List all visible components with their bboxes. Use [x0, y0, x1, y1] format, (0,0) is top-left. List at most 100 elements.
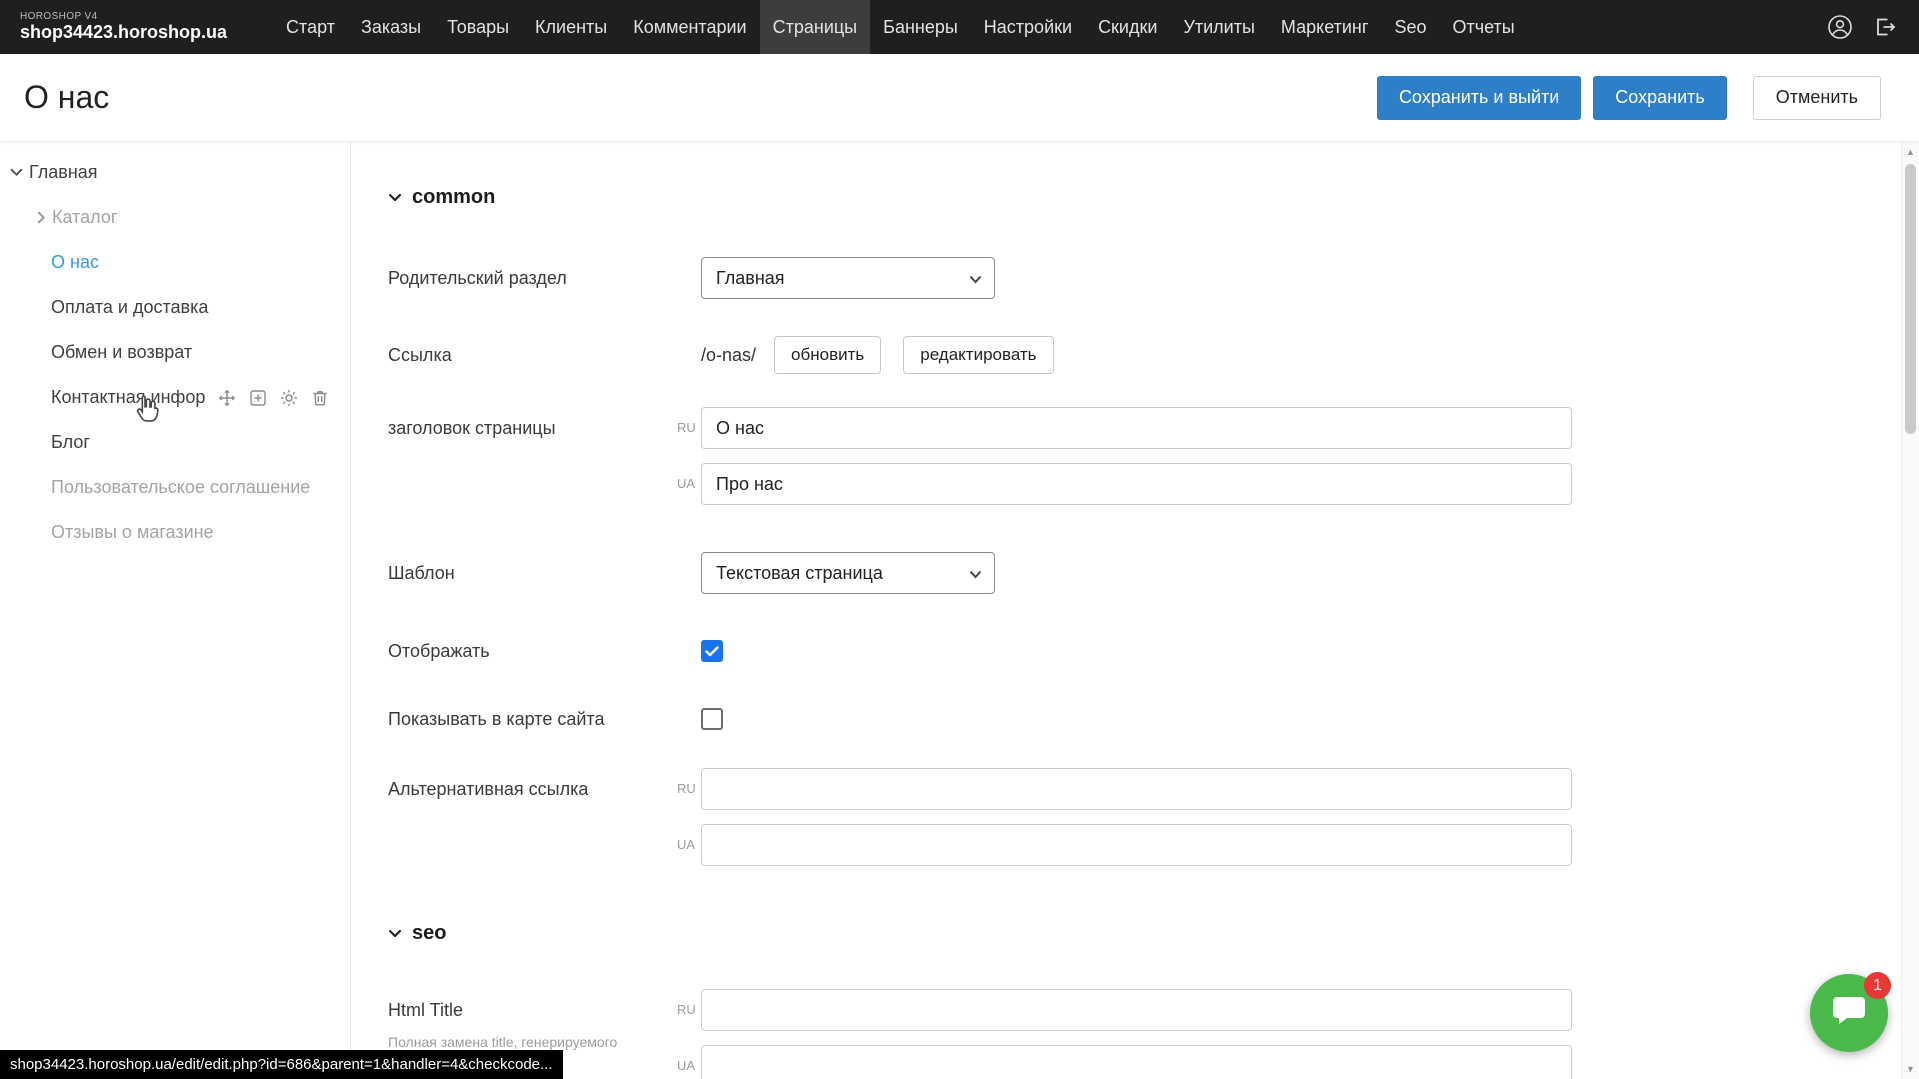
nav-orders[interactable]: Заказы	[348, 0, 434, 54]
lang-tag-ru: RU	[668, 407, 701, 449]
chevron-down-icon	[969, 563, 982, 584]
nav-discounts[interactable]: Скидки	[1085, 0, 1170, 54]
chat-bubble-icon	[1830, 993, 1868, 1034]
field-label: Показывать в карте сайта	[388, 709, 701, 730]
field-label: Html Title	[388, 989, 668, 1031]
alt-link-inputs: RU UA	[668, 768, 1572, 866]
chevron-down-icon	[388, 186, 402, 209]
nav-pages[interactable]: Страницы	[760, 0, 871, 54]
tree-item-label: Блог	[51, 432, 90, 453]
tree-item-catalog[interactable]: Каталог	[0, 195, 350, 240]
tree-item-label: Каталог	[52, 207, 117, 228]
nav-banners[interactable]: Баннеры	[870, 0, 971, 54]
refresh-link-button[interactable]: обновить	[774, 336, 881, 374]
section-seo[interactable]: seo	[388, 922, 1901, 945]
nav-settings[interactable]: Настройки	[971, 0, 1085, 54]
nav-clients[interactable]: Клиенты	[522, 0, 620, 54]
user-account-icon[interactable]	[1827, 14, 1853, 40]
page-header: О нас Сохранить и выйти Сохранить Отмени…	[0, 54, 1919, 142]
lang-tag-ua: UA	[668, 1045, 701, 1079]
vertical-scrollbar[interactable]: ▲ ▼	[1901, 142, 1919, 1079]
tree-item-exchange-return[interactable]: Обмен и возврат	[0, 330, 350, 375]
add-page-icon[interactable]	[248, 388, 268, 408]
form-row-link: Ссылка /o-nas/ обновить редактировать	[388, 336, 1901, 374]
save-button[interactable]: Сохранить	[1593, 76, 1726, 120]
html-title-ua-input[interactable]	[701, 1045, 1572, 1079]
chat-unread-badge: 1	[1864, 972, 1891, 999]
parent-section-select[interactable]: Главная	[701, 257, 995, 299]
tree-item-label: О нас	[51, 252, 99, 273]
form-row-template: Шаблон Текстовая страница	[388, 552, 1901, 594]
brand[interactable]: HOROSHOP V4 shop34423.horoshop.ua	[20, 12, 227, 41]
scroll-up-arrow[interactable]: ▲	[1902, 144, 1919, 160]
cancel-button[interactable]: Отменить	[1753, 76, 1881, 120]
nav-comments[interactable]: Комментарии	[620, 0, 759, 54]
lang-tag-ua: UA	[668, 463, 701, 505]
edit-link-button[interactable]: редактировать	[903, 336, 1053, 374]
tree-item-label: Контактная инфор	[51, 387, 205, 408]
lang-tag-ru: RU	[668, 768, 701, 810]
form-row-parent-section: Родительский раздел Главная	[388, 257, 1901, 299]
page-title-ua-input[interactable]	[701, 463, 1572, 505]
section-common[interactable]: common	[388, 186, 1901, 209]
template-select[interactable]: Текстовая страница	[701, 552, 995, 594]
field-label: заголовок страницы	[388, 407, 668, 449]
topbar: HOROSHOP V4 shop34423.horoshop.ua Старт …	[0, 0, 1919, 54]
chevron-right-icon[interactable]	[37, 211, 46, 224]
lang-tag-ru: RU	[668, 989, 701, 1031]
tree-item-contact-info[interactable]: Контактная инфор	[0, 375, 350, 420]
field-label: Альтернативная ссылка	[388, 768, 668, 810]
tree-item-user-agreement[interactable]: Пользовательское соглашение	[0, 465, 350, 510]
tree-item-label: Отзывы о магазине	[51, 522, 214, 543]
settings-gear-icon[interactable]	[279, 388, 299, 408]
tree-item-label: Оплата и доставка	[51, 297, 208, 318]
nav-start[interactable]: Старт	[273, 0, 348, 54]
field-label: Родительский раздел	[388, 268, 701, 289]
page-title: О нас	[24, 79, 109, 116]
scrollbar-thumb[interactable]	[1905, 164, 1916, 434]
alt-link-ru-input[interactable]	[701, 768, 1572, 810]
page-edit-form: common Родительский раздел Главная Ссылк…	[352, 142, 1901, 1079]
nav-utilities[interactable]: Утилиты	[1170, 0, 1267, 54]
nav-marketing[interactable]: Маркетинг	[1268, 0, 1382, 54]
form-row-sitemap: Показывать в карте сайта	[388, 708, 1901, 730]
chevron-down-icon[interactable]	[10, 168, 23, 177]
nav-products[interactable]: Товары	[434, 0, 522, 54]
tree-item-label: Пользовательское соглашение	[51, 477, 310, 498]
chevron-down-icon	[969, 268, 982, 289]
sitemap-checkbox[interactable]	[701, 708, 723, 730]
field-label-block: Html Title Полная замена title, генериру…	[388, 989, 668, 1051]
move-icon[interactable]	[217, 388, 237, 408]
field-hint: Полная замена title, генерируемого	[388, 1033, 658, 1051]
form-row-page-title: заголовок страницы RU UA	[388, 407, 1901, 505]
header-actions: Сохранить и выйти Сохранить Отменить	[1377, 76, 1881, 120]
section-title: seo	[412, 922, 446, 945]
form-row-html-title: Html Title Полная замена title, генериру…	[388, 989, 1901, 1079]
tree-item-home[interactable]: Главная	[0, 150, 350, 195]
tree-item-actions	[217, 388, 330, 408]
display-checkbox[interactable]	[701, 640, 723, 662]
scroll-down-arrow[interactable]: ▼	[1902, 1061, 1919, 1077]
tree-item-blog[interactable]: Блог	[0, 420, 350, 465]
nav-reports[interactable]: Отчеты	[1439, 0, 1527, 54]
form-row-display: Отображать	[388, 640, 1901, 662]
alt-link-ua-input[interactable]	[701, 824, 1572, 866]
tree-item-store-reviews[interactable]: Отзывы о магазине	[0, 510, 350, 555]
form-row-alt-link: Альтернативная ссылка RU UA	[388, 768, 1901, 866]
save-and-exit-button[interactable]: Сохранить и выйти	[1377, 76, 1581, 120]
field-label: Ссылка	[388, 345, 701, 366]
chat-widget-button[interactable]: 1	[1810, 974, 1888, 1052]
html-title-ru-input[interactable]	[701, 989, 1572, 1031]
link-status-bar: shop34423.horoshop.ua/edit/edit.php?id=6…	[0, 1050, 563, 1079]
field-label: Отображать	[388, 641, 701, 662]
link-path: /o-nas/	[701, 345, 756, 366]
nav-seo[interactable]: Seo	[1381, 0, 1439, 54]
html-title-inputs: RU UA	[668, 989, 1572, 1079]
tree-item-payment-delivery[interactable]: Оплата и доставка	[0, 285, 350, 330]
tree-item-label: Обмен и возврат	[51, 342, 192, 363]
delete-trash-icon[interactable]	[310, 388, 330, 408]
tree-item-about[interactable]: О нас	[0, 240, 350, 285]
logout-icon[interactable]	[1871, 14, 1897, 40]
lang-tag-ua: UA	[668, 824, 701, 866]
page-title-ru-input[interactable]	[701, 407, 1572, 449]
